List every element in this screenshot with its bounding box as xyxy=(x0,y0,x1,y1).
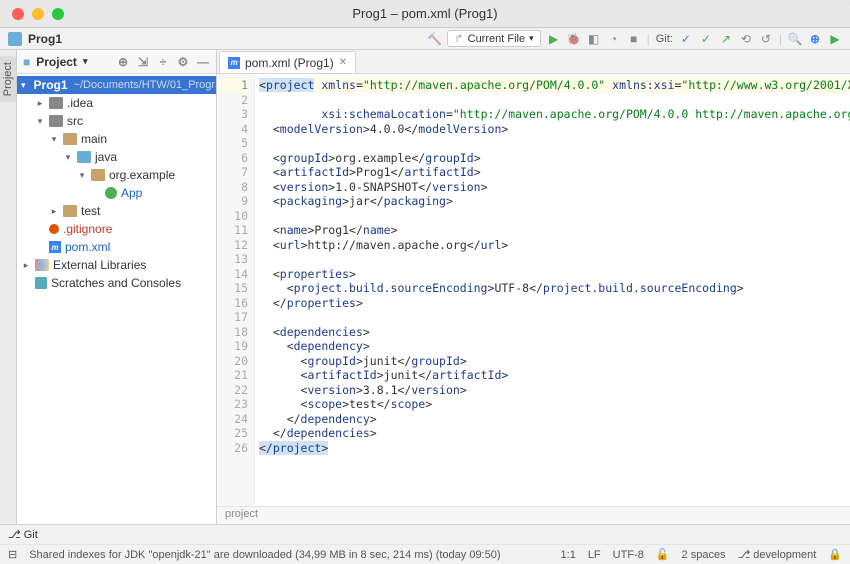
hide-panel-icon[interactable]: — xyxy=(196,55,210,69)
zoom-window-button[interactable] xyxy=(52,8,64,20)
titlebar: Prog1 – pom.xml (Prog1) xyxy=(0,0,850,28)
indent-widget[interactable]: 2 spaces xyxy=(682,549,726,561)
project-name[interactable]: Prog1 xyxy=(28,32,62,46)
bottom-tool-bar: ⎇ Git xyxy=(0,524,850,544)
tree-scratches[interactable]: Scratches and Consoles xyxy=(17,274,216,292)
status-message: Shared indexes for JDK "openjdk-21" are … xyxy=(29,549,500,561)
tree-gitignore[interactable]: .gitignore xyxy=(17,220,216,238)
settings-icon[interactable]: ⚙ xyxy=(176,55,190,69)
tree-src[interactable]: ▾src xyxy=(17,112,216,130)
run-config-select[interactable]: ↱ Current File ▾ xyxy=(447,30,540,47)
git-tool-tab[interactable]: ⎇ Git xyxy=(8,528,38,541)
tree-root[interactable]: ▾ Prog1 ~/Documents/HTW/01_Progra xyxy=(17,76,216,94)
history-icon[interactable]: ⟲ xyxy=(739,32,753,46)
breadcrumb-bar[interactable]: project xyxy=(217,506,850,524)
status-bg-task-icon[interactable]: ⊟ xyxy=(8,548,17,561)
status-bar: ⊟ Shared indexes for JDK "openjdk-21" ar… xyxy=(0,544,850,564)
collapse-icon[interactable]: ÷ xyxy=(156,55,170,69)
traffic-lights xyxy=(12,8,64,20)
tree-libs[interactable]: ▸External Libraries xyxy=(17,256,216,274)
tab-label: pom.xml (Prog1) xyxy=(245,56,334,70)
run-config-label: Current File xyxy=(468,33,525,45)
file-encoding[interactable]: UTF-8 xyxy=(613,549,644,561)
expand-icon[interactable]: ⇲ xyxy=(136,55,150,69)
close-tab-icon[interactable]: ✕ xyxy=(339,57,347,68)
vcs-push-icon[interactable]: ↗ xyxy=(719,32,733,46)
tree-main[interactable]: ▾main xyxy=(17,130,216,148)
navigation-bar: Prog1 🔨 ↱ Current File ▾ ▶ 🐞 ◧ ◔ ■ | Git… xyxy=(0,28,850,50)
run-anything-icon[interactable]: ⊕ xyxy=(808,32,822,46)
ide-window: Prog1 – pom.xml (Prog1) Prog1 🔨 ↱ Curren… xyxy=(0,0,850,564)
readonly-icon[interactable]: 🔓 xyxy=(656,548,670,561)
tree-root-label: Prog1 xyxy=(34,78,68,92)
close-window-button[interactable] xyxy=(12,8,24,20)
minimize-window-button[interactable] xyxy=(32,8,44,20)
tree-package[interactable]: ▾org.example xyxy=(17,166,216,184)
tree-idea[interactable]: ▸.idea xyxy=(17,94,216,112)
project-panel-header: ■ Project ▾ ⊕ ⇲ ÷ ⚙ — xyxy=(17,50,216,74)
search-icon[interactable]: 🔍 xyxy=(788,32,802,46)
editor-tabs: m pom.xml (Prog1) ✕ xyxy=(217,50,850,74)
build-icon[interactable]: 🔨 xyxy=(427,32,441,46)
project-icon xyxy=(8,32,22,46)
tree-test[interactable]: ▸test xyxy=(17,202,216,220)
git-label: Git: xyxy=(656,33,673,45)
line-ending[interactable]: LF xyxy=(588,549,601,561)
left-tool-strip: Project xyxy=(0,50,17,524)
vcs-update-icon[interactable]: ✓ xyxy=(679,32,693,46)
line-gutter: 1234567891011121314151617181920212223242… xyxy=(217,74,255,506)
git-branch[interactable]: ⎇ development xyxy=(738,548,817,561)
lock-icon[interactable]: 🔒 xyxy=(828,548,842,561)
run-button[interactable]: ▶ xyxy=(547,32,561,46)
stop-button[interactable]: ■ xyxy=(627,32,641,46)
tree-pom[interactable]: mpom.xml xyxy=(17,238,216,256)
project-panel-title: Project xyxy=(36,55,77,69)
caret-position[interactable]: 1:1 xyxy=(561,549,576,561)
play-arrow-icon[interactable]: ▶ xyxy=(828,32,842,46)
tree-app-file[interactable]: App xyxy=(17,184,216,202)
main-area: Project ■ Project ▾ ⊕ ⇲ ÷ ⚙ — ▾ Prog1 xyxy=(0,50,850,524)
maven-icon: m xyxy=(228,57,240,69)
vcs-commit-icon[interactable]: ✓ xyxy=(699,32,713,46)
project-panel: ■ Project ▾ ⊕ ⇲ ÷ ⚙ — ▾ Prog1 ~/Document… xyxy=(17,50,217,524)
editor-area: m pom.xml (Prog1) ✕ 12345678910111213141… xyxy=(217,50,850,524)
debug-button[interactable]: 🐞 xyxy=(567,32,581,46)
rollback-icon[interactable]: ↺ xyxy=(759,32,773,46)
tree-root-path: ~/Documents/HTW/01_Progra xyxy=(74,79,216,91)
editor[interactable]: 1234567891011121314151617181920212223242… xyxy=(217,74,850,506)
profile-button[interactable]: ◔ xyxy=(607,32,621,46)
code-content[interactable]: <project xmlns="http://maven.apache.org/… xyxy=(255,74,850,506)
project-tool-tab[interactable]: Project xyxy=(0,56,16,102)
coverage-button[interactable]: ◧ xyxy=(587,32,601,46)
tree-java[interactable]: ▾java xyxy=(17,148,216,166)
tab-pom[interactable]: m pom.xml (Prog1) ✕ xyxy=(219,51,356,73)
locate-icon[interactable]: ⊕ xyxy=(116,55,130,69)
project-tree[interactable]: ▾ Prog1 ~/Documents/HTW/01_Progra ▸.idea… xyxy=(17,74,216,524)
window-title: Prog1 – pom.xml (Prog1) xyxy=(352,6,497,21)
